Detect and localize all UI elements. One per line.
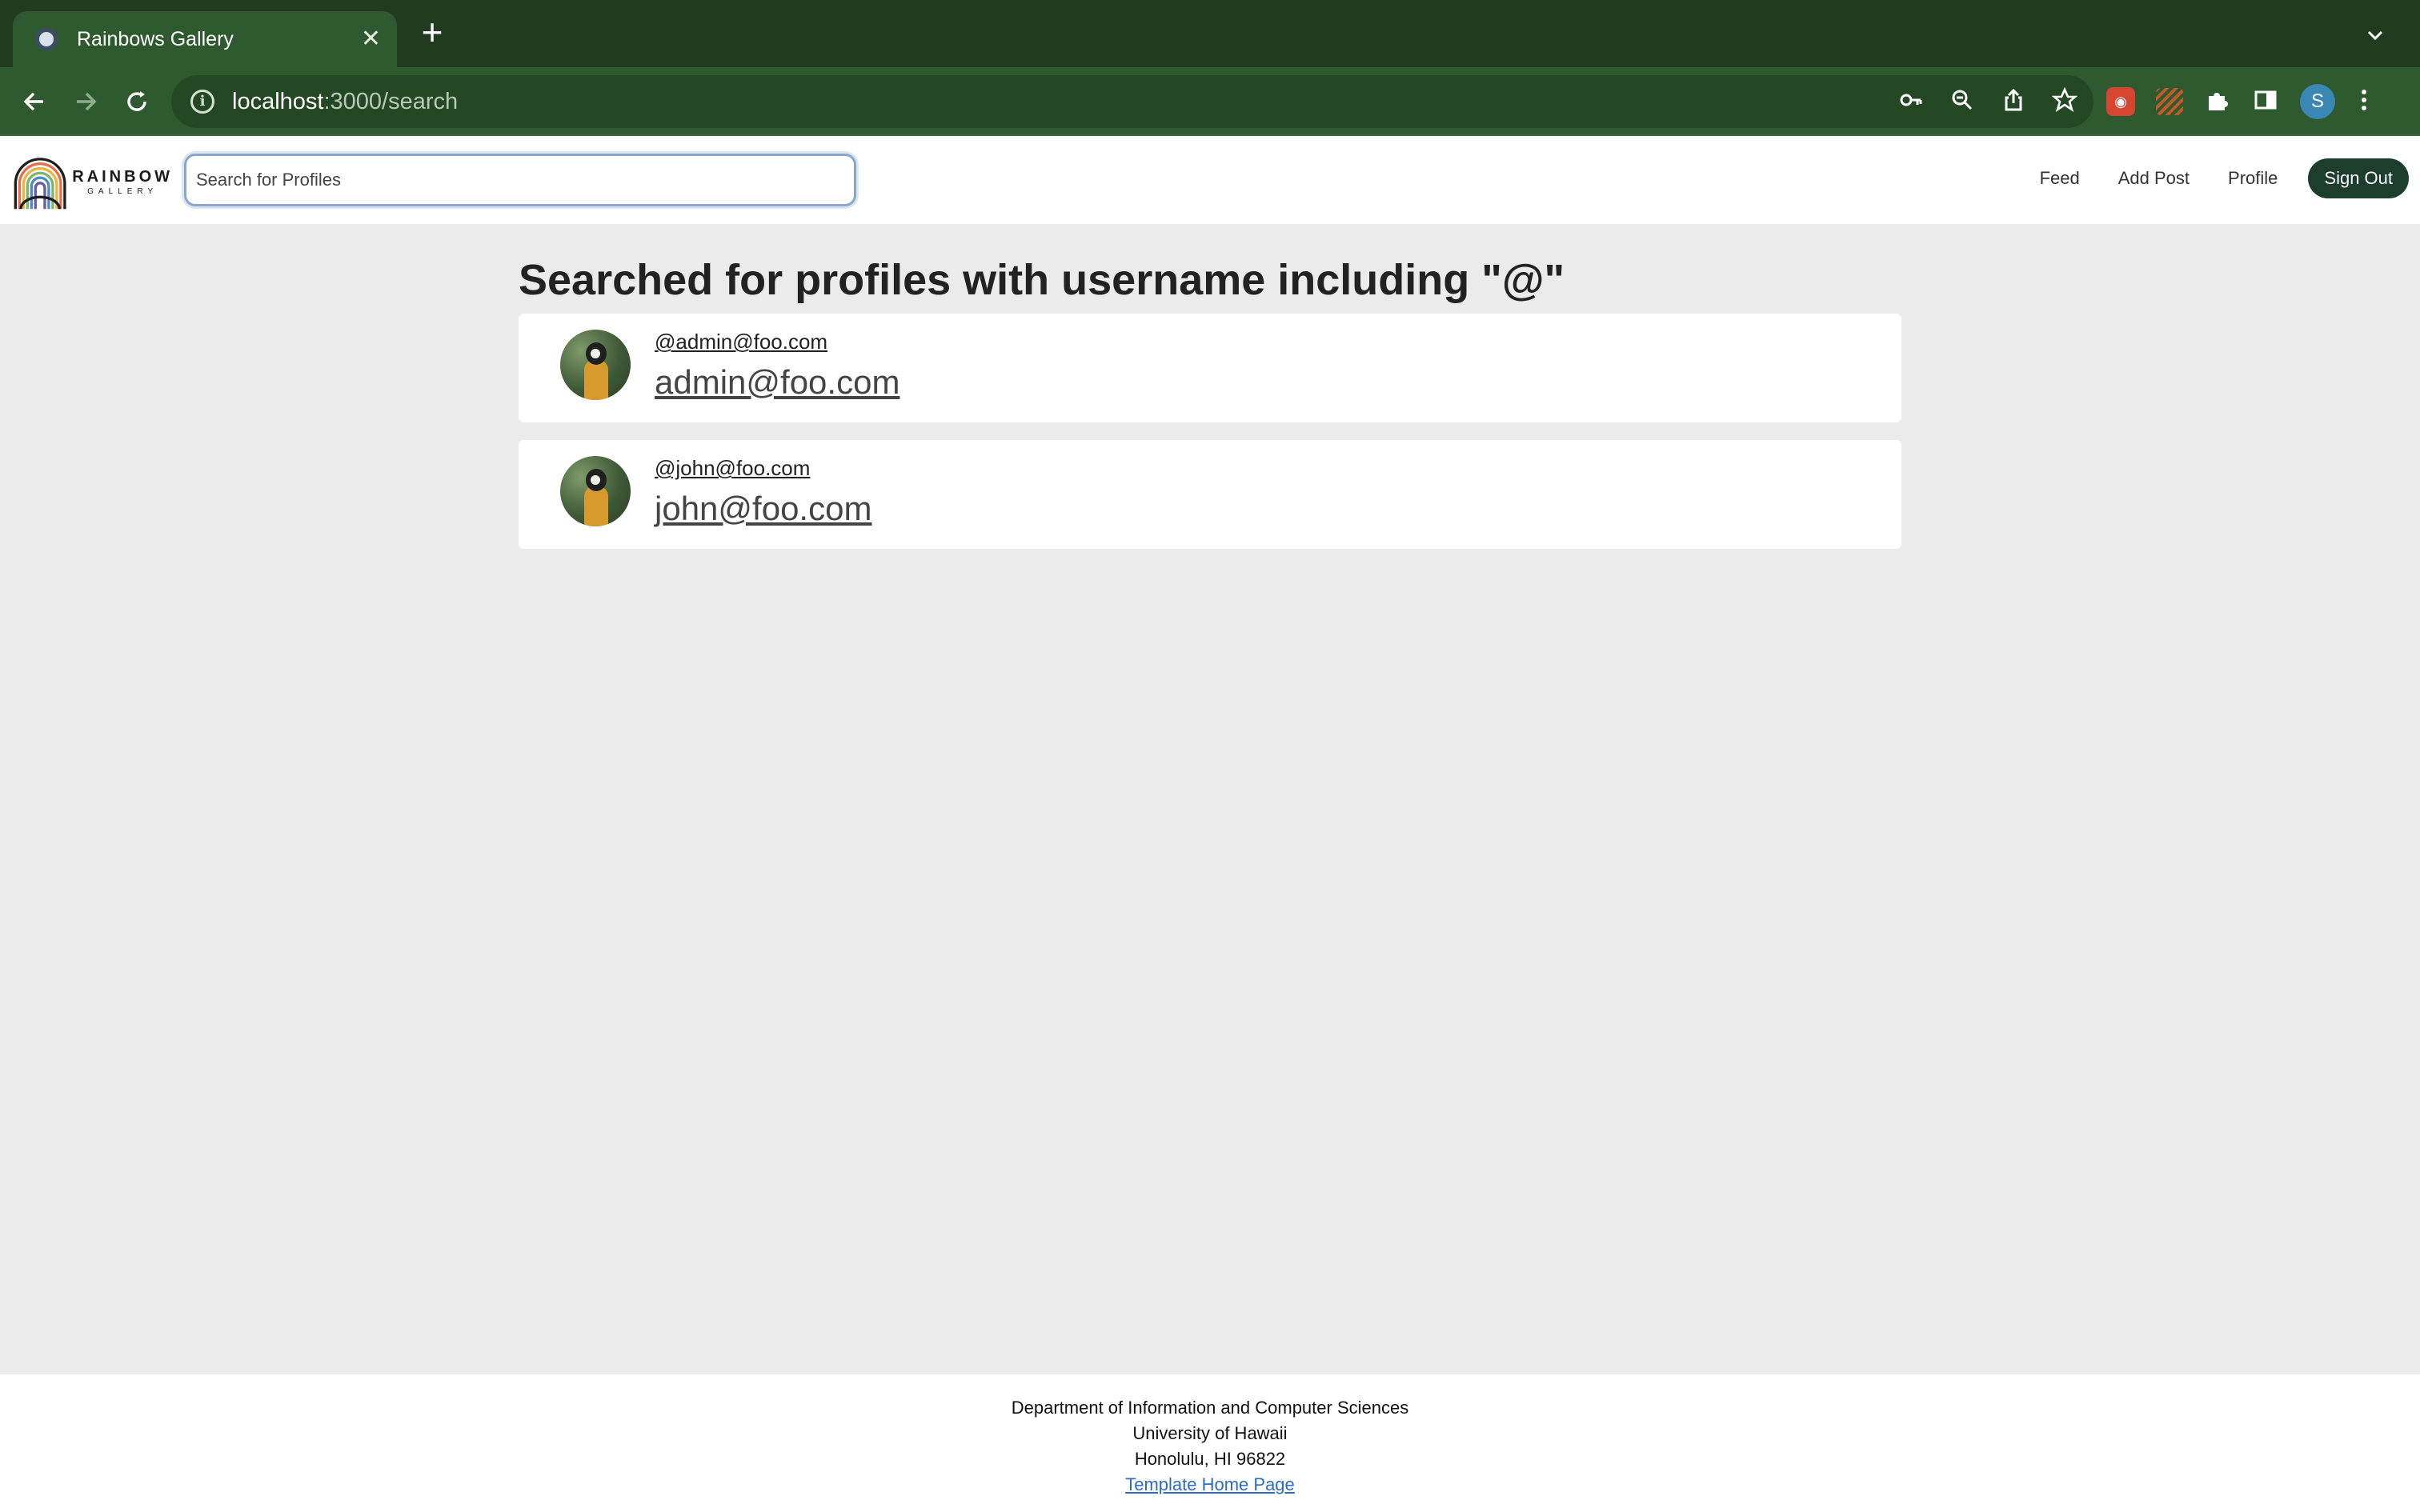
nav-links: Feed Add Post Profile Sign Out [2040, 155, 2409, 202]
tab-title: Rainbows Gallery [77, 27, 234, 50]
tab-search-chevron-icon[interactable] [2362, 22, 2388, 48]
share-icon[interactable] [2001, 87, 2026, 117]
back-arrow-icon[interactable] [16, 83, 53, 120]
logo-wordmark: RAINBOW GALLERY [72, 169, 173, 196]
nav-link-add-post[interactable]: Add Post [2118, 168, 2190, 189]
page-title: Searched for profiles with username incl… [519, 256, 1565, 304]
side-panel-icon[interactable] [2252, 86, 2279, 118]
omnibox-actions [1898, 75, 2078, 128]
browser-tab-strip: Rainbows Gallery ✕ + [0, 0, 2420, 67]
reload-icon[interactable] [118, 83, 155, 120]
bookmark-star-icon[interactable] [2051, 86, 2078, 117]
app-navbar: RAINBOW GALLERY Feed Add Post Profile Si… [0, 136, 2420, 224]
profile-name-link[interactable]: admin@foo.com [655, 363, 899, 402]
avatar[interactable] [560, 456, 631, 526]
browser-tab[interactable]: Rainbows Gallery ✕ [13, 11, 397, 67]
site-favicon-icon [35, 28, 58, 50]
sign-out-button[interactable]: Sign Out [2308, 158, 2409, 198]
logo-subtext: GALLERY [87, 187, 158, 196]
puzzle-extensions-icon[interactable] [2204, 86, 2231, 118]
profile-handle-link[interactable]: @admin@foo.com [655, 330, 827, 354]
profile-handle-link[interactable]: @john@foo.com [655, 456, 810, 481]
footer-department: Department of Information and Computer S… [1011, 1398, 1409, 1418]
nav-link-feed[interactable]: Feed [2040, 168, 2080, 189]
profile-result-card: @admin@foo.com admin@foo.com [519, 314, 1901, 422]
nav-link-profile[interactable]: Profile [2228, 168, 2278, 189]
page-footer: Department of Information and Computer S… [0, 1374, 2420, 1512]
browser-toolbar: i localhost:3000/search ◉ S [0, 67, 2420, 136]
url-path: :3000/search [323, 88, 459, 114]
extensions-area: ◉ S [2106, 83, 2372, 120]
search-results-section: Searched for profiles with username incl… [519, 224, 1901, 566]
extension-red-icon[interactable]: ◉ [2106, 87, 2135, 116]
forward-arrow-icon[interactable] [67, 83, 104, 120]
url-text: localhost:3000/search [232, 89, 458, 115]
extension-striped-icon[interactable] [2156, 88, 2183, 115]
footer-university: University of Hawaii [1132, 1423, 1288, 1443]
profile-search-input[interactable] [184, 154, 856, 206]
rainbow-gallery-logo[interactable]: RAINBOW GALLERY [13, 150, 173, 214]
profile-name-link[interactable]: john@foo.com [655, 490, 871, 528]
more-vertical-icon[interactable] [2356, 86, 2372, 118]
new-tab-button[interactable]: + [416, 14, 448, 50]
logo-text: RAINBOW [72, 168, 173, 186]
close-tab-icon[interactable]: ✕ [361, 27, 381, 51]
url-host: localhost [232, 88, 324, 114]
avatar[interactable] [560, 330, 631, 400]
site-info-icon[interactable]: i [190, 90, 214, 114]
address-bar[interactable]: i localhost:3000/search [171, 75, 2093, 128]
key-icon[interactable] [1898, 87, 1924, 117]
footer-address: Honolulu, HI 96822 [1134, 1449, 1286, 1469]
zoom-out-icon[interactable] [1949, 87, 1975, 117]
rainbow-arch-icon [14, 158, 66, 210]
profile-result-card: @john@foo.com john@foo.com [519, 440, 1901, 549]
profile-avatar[interactable]: S [2300, 84, 2335, 119]
template-home-link[interactable]: Template Home Page [1125, 1474, 1295, 1494]
